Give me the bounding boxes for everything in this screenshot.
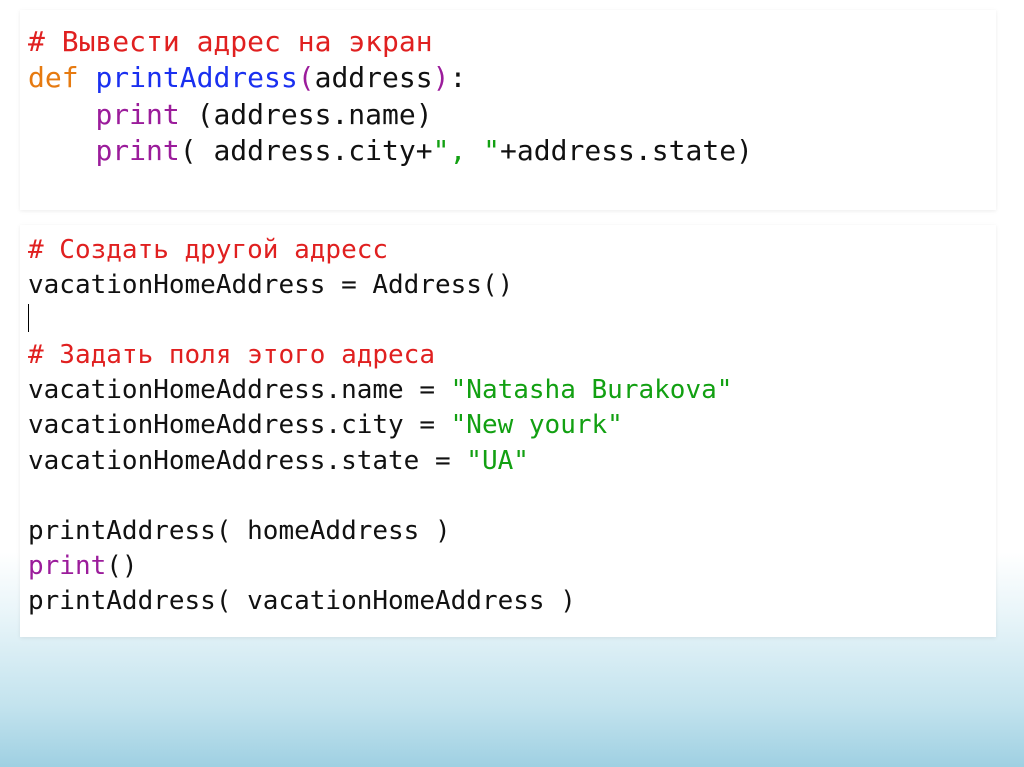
expr-part: ( address.city+ bbox=[180, 134, 433, 167]
function-name: printAddress bbox=[95, 61, 297, 94]
colon: : bbox=[449, 61, 466, 94]
comment-line: # Задать поля этого адреса bbox=[28, 340, 435, 370]
print-call: print bbox=[95, 134, 179, 167]
string-literal: "New yourk" bbox=[451, 410, 623, 440]
code-line: vacationHomeAddress.name = bbox=[28, 375, 451, 405]
code-line: vacationHomeAddress = Address() bbox=[28, 270, 513, 300]
paren-close: ) bbox=[433, 61, 450, 94]
expr-part: +address.state) bbox=[500, 134, 753, 167]
code-block-2: # Создать другой адресс vacationHomeAddr… bbox=[20, 225, 996, 637]
comment-line: # Создать другой адресс bbox=[28, 235, 388, 265]
print-call: print bbox=[28, 551, 106, 581]
code-line: printAddress( homeAddress ) bbox=[28, 516, 451, 546]
print-call: print bbox=[95, 98, 179, 131]
code-line: vacationHomeAddress.city = bbox=[28, 410, 451, 440]
string-literal: "Natasha Burakova" bbox=[451, 375, 733, 405]
string-literal: "UA" bbox=[466, 446, 529, 476]
paren-open: ( bbox=[298, 61, 315, 94]
slide-background: # Вывести адрес на экран def printAddres… bbox=[0, 0, 1024, 767]
code-line: printAddress( vacationHomeAddress ) bbox=[28, 586, 576, 616]
keyword-def: def bbox=[28, 61, 79, 94]
text-cursor bbox=[28, 304, 29, 333]
print-arg: (address.name) bbox=[180, 98, 433, 131]
code-block-1: # Вывести адрес на экран def printAddres… bbox=[20, 10, 996, 210]
code-line: vacationHomeAddress.state = bbox=[28, 446, 466, 476]
string-literal: ", " bbox=[433, 134, 500, 167]
parameter: address bbox=[315, 61, 433, 94]
comment-line: # Вывести адрес на экран bbox=[28, 25, 433, 58]
parens: () bbox=[106, 551, 137, 581]
